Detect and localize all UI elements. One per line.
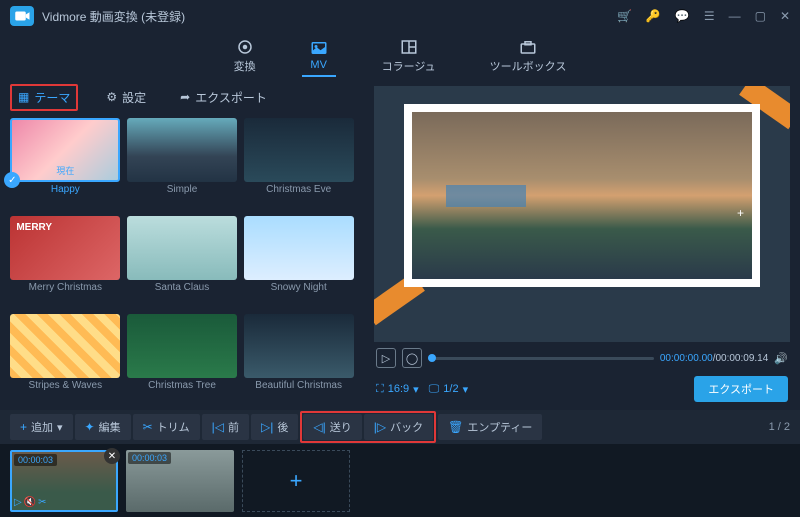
- plus-icon: +: [20, 420, 27, 434]
- tab-mv[interactable]: MV: [302, 35, 336, 77]
- cut-icon[interactable]: ✂: [38, 497, 46, 508]
- chevron-down-icon: ▾: [463, 383, 469, 396]
- theme-christmas-eve[interactable]: Christmas Eve: [243, 118, 354, 210]
- play-button[interactable]: ▷: [376, 348, 396, 368]
- skip-back-icon: ▷|: [261, 420, 273, 434]
- empty-button[interactable]: 🗑エンプティー: [438, 414, 542, 440]
- add-marker-icon[interactable]: +: [737, 206, 744, 220]
- maximize-icon[interactable]: ▢: [755, 9, 766, 23]
- convert-icon: [236, 38, 254, 56]
- mv-icon: [310, 39, 328, 57]
- send-button[interactable]: ◁|送り: [303, 414, 361, 440]
- theme-beautiful-christmas[interactable]: Beautiful Christmas: [243, 314, 354, 406]
- volume-icon[interactable]: 🔊: [774, 352, 788, 365]
- front-button[interactable]: |◁前: [202, 414, 249, 440]
- check-icon: ✓: [4, 172, 20, 188]
- time-display: 00:00:00.00/00:00:09.14: [660, 353, 768, 364]
- play-icon[interactable]: ▷: [14, 497, 22, 508]
- feedback-icon[interactable]: 💬: [675, 9, 690, 23]
- toolbox-icon: [519, 38, 537, 56]
- theme-merry-christmas[interactable]: MERRY Merry Christmas: [10, 216, 121, 308]
- theme-christmas-tree[interactable]: Christmas Tree: [127, 314, 238, 406]
- wand-icon: ✦: [85, 420, 95, 434]
- tab-convert[interactable]: 変換: [226, 34, 264, 78]
- app-logo: [10, 6, 34, 26]
- export-icon: ➦: [180, 90, 190, 104]
- back-button[interactable]: ▷|後: [251, 414, 298, 440]
- cart-icon[interactable]: 🛒: [617, 9, 632, 23]
- remove-clip-icon[interactable]: ✕: [104, 448, 120, 464]
- menu-icon[interactable]: ☰: [704, 9, 715, 23]
- gear-icon: ⚙: [106, 90, 117, 104]
- preview-overlay: [446, 185, 526, 207]
- key-icon[interactable]: 🔑: [646, 9, 661, 23]
- timeline-clip[interactable]: 00:00:03 ✕ ▷ 🔇 ✂: [10, 450, 118, 512]
- subtab-export[interactable]: ➦ エクスポート: [174, 86, 273, 109]
- video-preview[interactable]: +: [374, 86, 790, 342]
- aspect-icon: ⛶: [376, 383, 384, 396]
- close-icon[interactable]: ✕: [780, 9, 790, 23]
- chevron-down-icon: ▾: [57, 421, 63, 434]
- edit-button[interactable]: ✦編集: [75, 414, 131, 440]
- add-button[interactable]: +追加 ▾: [10, 414, 73, 440]
- plus-icon: +: [290, 468, 303, 494]
- grid-icon: ▦: [18, 90, 29, 104]
- theme-santa-claus[interactable]: Santa Claus: [127, 216, 238, 308]
- page-indicator: 1 / 2: [769, 421, 790, 433]
- display-icon: 🖵: [429, 383, 440, 396]
- chevron-down-icon: ▾: [413, 383, 419, 396]
- add-clip-button[interactable]: +: [242, 450, 350, 512]
- back2-button[interactable]: |▷バック: [364, 414, 433, 440]
- subtab-settings[interactable]: ⚙ 設定: [100, 86, 152, 109]
- tab-collage[interactable]: コラージュ: [374, 34, 444, 78]
- aspect-ratio-selector[interactable]: ⛶ 16:9 ▾: [376, 383, 419, 396]
- scissors-icon: ✂: [143, 420, 153, 434]
- subtab-theme[interactable]: ▦ テーマ: [10, 84, 78, 111]
- skip-front-icon: |◁: [212, 420, 224, 434]
- tab-toolbox[interactable]: ツールボックス: [482, 34, 575, 78]
- theme-simple[interactable]: Simple: [127, 118, 238, 210]
- export-button[interactable]: エクスポート: [694, 376, 788, 402]
- send-next-icon: |▷: [374, 420, 386, 434]
- minimize-icon[interactable]: —: [729, 9, 741, 23]
- timeline-clip[interactable]: 00:00:03: [126, 450, 234, 512]
- trash-icon: 🗑: [448, 420, 463, 434]
- trim-button[interactable]: ✂トリム: [133, 414, 200, 440]
- progress-bar[interactable]: [428, 357, 654, 360]
- theme-snowy-night[interactable]: Snowy Night: [243, 216, 354, 308]
- stop-button[interactable]: ◯: [402, 348, 422, 368]
- theme-happy[interactable]: 現在 ✓ Happy: [10, 118, 121, 210]
- page-selector[interactable]: 🖵 1/2 ▾: [429, 383, 468, 396]
- send-prev-icon: ◁|: [313, 420, 325, 434]
- collage-icon: [400, 38, 418, 56]
- theme-stripes-waves[interactable]: Stripes & Waves: [10, 314, 121, 406]
- mute-icon[interactable]: 🔇: [24, 497, 36, 508]
- app-title: Vidmore 動画変換 (未登録): [42, 8, 617, 25]
